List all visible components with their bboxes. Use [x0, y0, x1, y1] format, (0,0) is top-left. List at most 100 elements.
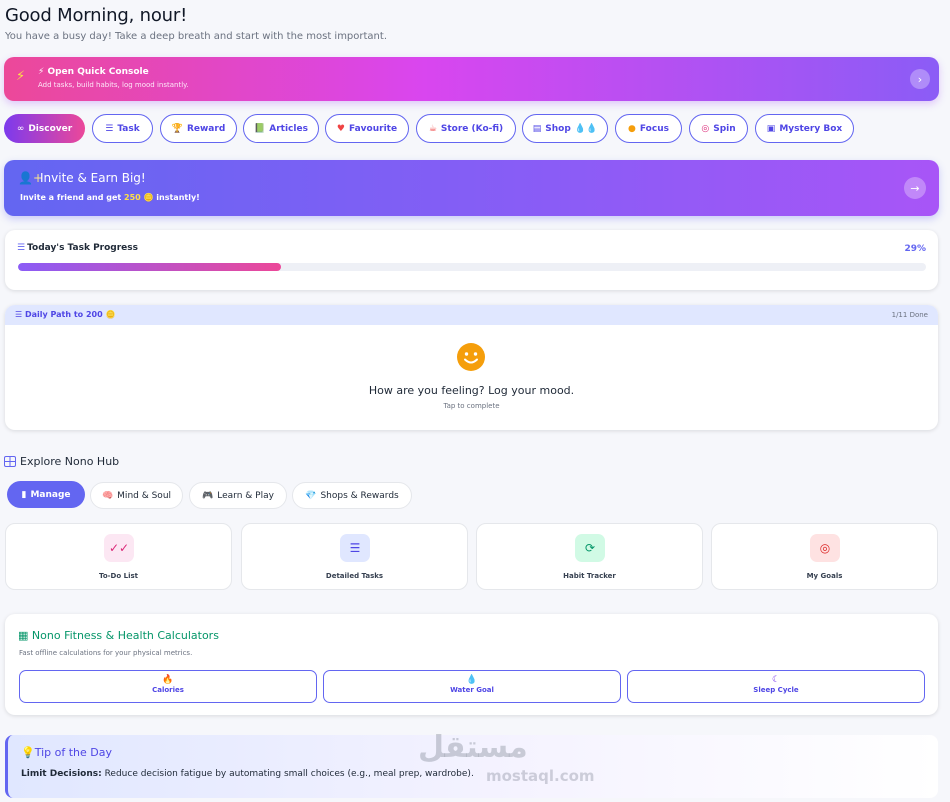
task-progress-title: ☰ Today's Task Progress: [17, 243, 138, 253]
calculators-title: ▦ Nono Fitness & Health Calculators: [18, 629, 219, 642]
target-icon: ◎: [810, 534, 840, 562]
calc-button-label: Sleep Cycle: [753, 686, 799, 694]
nav-pill-store[interactable]: ☕ Store (Ko-fi): [416, 114, 516, 143]
invite-text-before: Invite a friend and get: [20, 193, 125, 202]
nav-pill-label: Favourite: [348, 123, 398, 134]
daily-path-title-text: Daily Path to 200: [24, 310, 103, 319]
arrow-right-icon[interactable]: →: [904, 177, 926, 199]
brain-icon: 🧠: [101, 490, 114, 501]
quick-console-banner[interactable]: ⚡ ⚡ Open Quick Console Add tasks, build …: [4, 57, 939, 101]
tip-body: Limit Decisions: Reduce decision fatigue…: [21, 769, 474, 779]
hub-tab-label: Mind & Soul: [117, 490, 172, 501]
tile-label: To-Do List: [99, 572, 138, 580]
book-icon: 📗: [254, 123, 266, 134]
nav-pill-shop[interactable]: ▤ Shop 💧💧: [522, 114, 608, 143]
invite-text-after: instantly!: [153, 193, 200, 202]
calc-button-label: Water Goal: [450, 686, 494, 694]
hub-tab-shops-rewards[interactable]: 💎 Shops & Rewards: [292, 482, 412, 509]
double-check-icon: ✓✓: [104, 534, 134, 562]
nav-pill-label: Spin: [713, 123, 736, 134]
nav-pill-favourite[interactable]: ♥ Favourite: [325, 114, 409, 143]
nav-pill-reward[interactable]: 🏆 Reward: [160, 114, 237, 143]
coin-icon: 🪙: [105, 310, 116, 319]
grid-icon: [4, 456, 16, 467]
invite-banner[interactable]: 👤+ Invite & Earn Big! Invite a friend an…: [4, 160, 939, 216]
task-progress-bar: [18, 263, 926, 271]
nav-pill-task[interactable]: ☰ Task: [92, 114, 153, 143]
drops-icon: 💧💧: [574, 123, 598, 134]
daily-path-header: ☰ Daily Path to 200 🪙 1/11 Done: [5, 305, 938, 325]
gem-icon: 💎: [305, 490, 317, 501]
daily-path-done: 1/11 Done: [891, 311, 928, 319]
tip-title: 💡Tip of the Day: [21, 746, 112, 759]
checklist-icon: ☰: [17, 243, 26, 253]
tile-label: Habit Tracker: [563, 572, 616, 580]
checklist-icon: ☰: [340, 534, 370, 562]
watermark-logo: مستقل: [418, 730, 529, 765]
phone-icon: ▮: [21, 489, 27, 500]
hub-tab-label: Shops & Rewards: [320, 490, 399, 501]
nav-pill-spin[interactable]: ◎ Spin: [689, 114, 748, 143]
greeting-title: Good Morning, nour!: [5, 5, 188, 26]
list-icon: ☰: [105, 123, 114, 134]
quick-console-title: ⚡ Open Quick Console: [38, 67, 149, 77]
calculator-icon: ▦: [18, 629, 29, 642]
daily-path-title: ☰ Daily Path to 200 🪙: [15, 310, 116, 319]
hub-tab-mind-soul[interactable]: 🧠 Mind & Soul: [90, 482, 183, 509]
sleep-cycle-button[interactable]: ☾ Sleep Cycle: [627, 670, 925, 703]
task-progress-label: Today's Task Progress: [27, 243, 139, 253]
nav-pill-label: Articles: [269, 123, 308, 134]
lightning-icon: ⚡: [16, 69, 26, 84]
tile-habit-tracker[interactable]: ⟳ Habit Tracker: [476, 523, 703, 590]
nav-pill-label: Store (Ko-fi): [440, 123, 504, 134]
nav-pill-mystery-box[interactable]: ▣ Mystery Box: [755, 114, 854, 143]
hub-tab-manage[interactable]: ▮ Manage: [7, 481, 85, 508]
water-goal-button[interactable]: 💧 Water Goal: [323, 670, 621, 703]
watermark-domain: mostaql.com: [486, 767, 595, 785]
quick-console-subtitle: Add tasks, build habits, log mood instan…: [38, 81, 189, 89]
task-progress-card: [5, 230, 938, 290]
nav-pill-label: Reward: [186, 123, 226, 134]
nav-pill-label: Mystery Box: [779, 123, 843, 134]
task-progress-fill: [18, 263, 282, 271]
calories-button[interactable]: 🔥 Calories: [19, 670, 317, 703]
calc-button-label: Calories: [152, 686, 184, 694]
spin-icon: ◎: [701, 123, 710, 134]
chevron-right-icon[interactable]: ›: [910, 69, 930, 89]
tile-label: Detailed Tasks: [325, 572, 384, 580]
tile-label: My Goals: [806, 572, 843, 580]
mood-question: How are you feeling? Log your mood.: [368, 384, 575, 397]
invite-title: Invite & Earn Big!: [40, 171, 146, 185]
tile-my-goals[interactable]: ◎ My Goals: [711, 523, 938, 590]
coffee-icon: ☕: [428, 123, 437, 134]
invite-text: Invite a friend and get 250 🪙 instantly!: [20, 193, 200, 202]
tile-detailed-tasks[interactable]: ☰ Detailed Tasks: [241, 523, 468, 590]
water-drop-icon: 💧: [466, 675, 478, 685]
smiley-icon[interactable]: [456, 342, 486, 372]
task-progress-percent: 29%: [904, 244, 926, 254]
refresh-icon: ⟳: [575, 534, 605, 562]
nav-pill-label: Focus: [639, 123, 669, 134]
nav-pill-label: Task: [117, 123, 140, 134]
heart-icon: ♥: [336, 123, 345, 134]
gamepad-icon: 🎮: [202, 490, 214, 501]
nav-pill-focus[interactable]: ● Focus: [615, 114, 682, 143]
greeting-subtitle: You have a busy day! Take a deep breath …: [5, 31, 387, 42]
nav-pill-discover[interactable]: ∞ Discover: [4, 114, 85, 143]
tip-title-text: Tip of the Day: [34, 746, 112, 759]
hub-tab-learn-play[interactable]: 🎮 Learn & Play: [189, 482, 287, 509]
coin-icon: 🪙: [143, 193, 154, 202]
lightbulb-icon: 💡: [21, 746, 35, 759]
tip-label: Limit Decisions:: [21, 769, 102, 779]
infinity-icon: ∞: [16, 123, 25, 134]
nav-pill-articles[interactable]: 📗 Articles: [243, 114, 319, 143]
hub-tab-label: Manage: [30, 489, 71, 500]
shop-icon: ▤: [532, 123, 542, 134]
hub-title: Explore Nono Hub: [20, 455, 120, 468]
tip-text: Reduce decision fatigue by automating sm…: [101, 769, 474, 779]
calculators-title-text: Nono Fitness & Health Calculators: [31, 629, 219, 642]
tile-todo-list[interactable]: ✓✓ To-Do List: [5, 523, 232, 590]
moon-icon: ☾: [771, 675, 781, 685]
gift-icon: ▣: [766, 123, 776, 134]
trophy-icon: 🏆: [171, 123, 183, 134]
